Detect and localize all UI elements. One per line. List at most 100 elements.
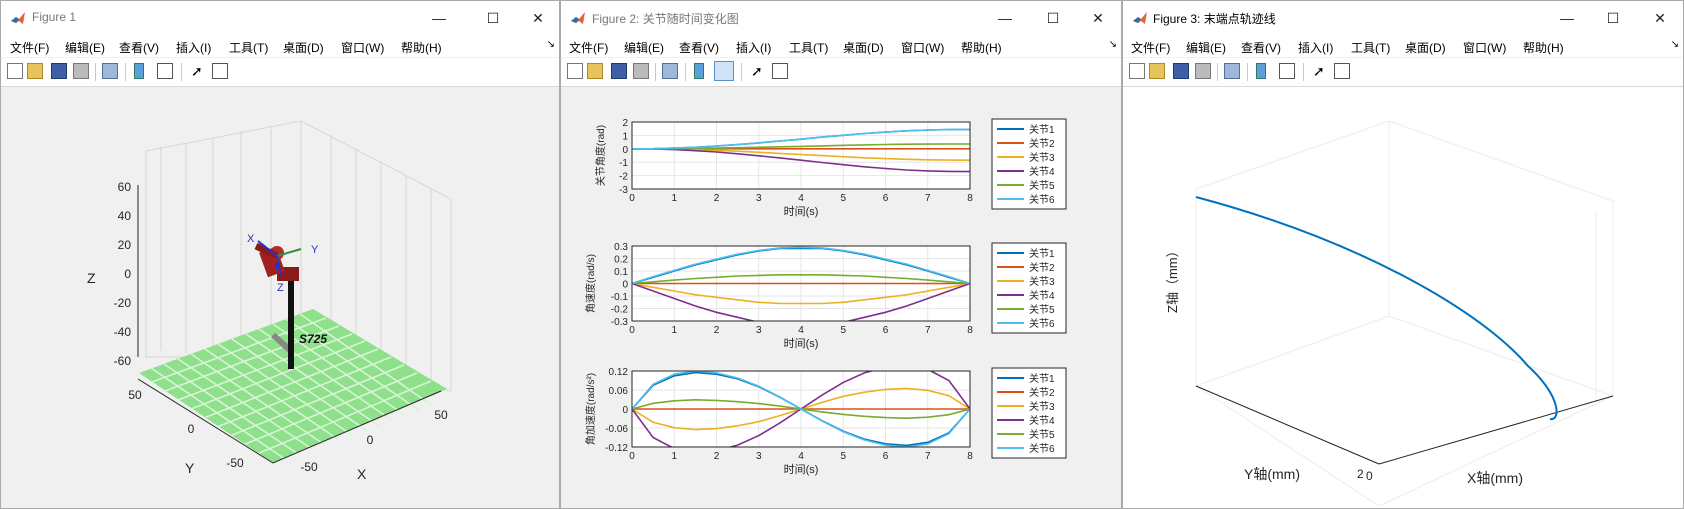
z-tick: 40 (118, 209, 132, 223)
menu-window[interactable]: 窗口(W) (341, 39, 384, 56)
minimize-button[interactable]: — (1547, 6, 1587, 30)
open-file-icon[interactable] (27, 63, 43, 79)
menu-window[interactable]: 窗口(W) (1463, 39, 1506, 56)
menu-edit[interactable]: 编辑(E) (624, 39, 664, 56)
menu-file[interactable]: 文件(F) (1131, 39, 1170, 56)
menu-view[interactable]: 查看(V) (679, 39, 719, 56)
y-tick-label: 0 (622, 145, 628, 156)
y-axis-label: 角速度(rad/s) (584, 254, 597, 313)
menu-insert[interactable]: 插入(I) (736, 39, 771, 56)
menu-desktop[interactable]: 桌面(D) (1405, 39, 1446, 56)
x-tick-label: 0 (629, 325, 635, 336)
print-icon[interactable] (73, 63, 89, 79)
close-button[interactable]: ✕ (1078, 6, 1118, 30)
y-tick-label: 1 (622, 131, 628, 142)
menu-help[interactable]: 帮助(H) (1523, 39, 1564, 56)
x-axis-label: 时间(s) (784, 463, 819, 476)
dock-arrow-icon[interactable]: ↘ (1109, 39, 1117, 50)
x-tick-label: 3 (756, 193, 762, 204)
legend-label: 关节6 (1029, 193, 1055, 206)
close-button[interactable]: ✕ (518, 6, 558, 30)
open-file-icon[interactable] (1149, 63, 1165, 79)
colorbar-icon[interactable] (1256, 63, 1266, 79)
menu-insert[interactable]: 插入(I) (176, 39, 211, 56)
legend-icon[interactable] (157, 63, 173, 79)
new-figure-icon[interactable] (567, 63, 583, 79)
toolbar-separator (1303, 63, 1304, 81)
maximize-button[interactable]: ☐ (1593, 6, 1633, 30)
figure2-window[interactable]: Figure 2: 关节随时间变化图 — ☐ ✕ 文件(F) 编辑(E) 查看(… (560, 0, 1122, 509)
figure1-canvas[interactable]: 60 40 20 0 -20 -40 -60 Z 50 0 -50 Y -50 … (1, 87, 559, 508)
axis-tick: 2 (1357, 467, 1364, 481)
menu-edit[interactable]: 编辑(E) (65, 39, 105, 56)
menu-insert[interactable]: 插入(I) (1298, 39, 1333, 56)
frame-origin (275, 263, 280, 269)
maximize-button[interactable]: ☐ (1033, 6, 1073, 30)
x-axis-label: 时间(s) (784, 337, 819, 350)
close-button[interactable]: ✕ (1640, 6, 1680, 30)
menu-help[interactable]: 帮助(H) (401, 39, 442, 56)
menu-view[interactable]: 查看(V) (1241, 39, 1281, 56)
y-axis-label: Y (185, 460, 195, 476)
pointer-icon[interactable]: ➚ (751, 63, 767, 79)
menu-desktop[interactable]: 桌面(D) (283, 39, 324, 56)
link-plot-icon[interactable] (1224, 63, 1240, 79)
print-icon[interactable] (633, 63, 649, 79)
menu-tools[interactable]: 工具(T) (789, 39, 828, 56)
menu-edit[interactable]: 编辑(E) (1186, 39, 1226, 56)
matlab-logo-icon (571, 12, 585, 24)
figure2-canvas[interactable]: 0 1 2 3 4 5 6 7 8 2 1 0 -1 -2 -3 时间(s) 关节角度(rad) 关节1 关节2 关节… (561, 87, 1121, 508)
title-bar[interactable]: Figure 1 — ☐ ✕ (1, 1, 559, 35)
dock-arrow-icon[interactable]: ↘ (1671, 39, 1679, 50)
maximize-button[interactable]: ☐ (473, 6, 513, 30)
figure1-window[interactable]: Figure 1 — ☐ ✕ 文件(F) 编辑(E) 查看(V) 插入(I) 工… (0, 0, 560, 509)
menu-view[interactable]: 查看(V) (119, 39, 159, 56)
minimize-button[interactable]: — (985, 6, 1025, 30)
legend-label: 关节3 (1029, 400, 1055, 413)
menu-window[interactable]: 窗口(W) (901, 39, 944, 56)
colorbar-icon[interactable] (134, 63, 144, 79)
new-figure-icon[interactable] (1129, 63, 1145, 79)
property-editor-icon[interactable] (212, 63, 228, 79)
menu-desktop[interactable]: 桌面(D) (843, 39, 884, 56)
x-tick-label: 5 (840, 193, 846, 204)
open-file-icon[interactable] (587, 63, 603, 79)
x-tick-label: 2 (714, 193, 720, 204)
toolbar-separator (655, 63, 656, 81)
menu-tools[interactable]: 工具(T) (229, 39, 268, 56)
menu-file[interactable]: 文件(F) (569, 39, 608, 56)
pointer-icon[interactable]: ➚ (191, 63, 207, 79)
window-title: Figure 3: 末端点轨迹线 (1153, 12, 1276, 26)
x-tick-label: 5 (840, 325, 846, 336)
figure3-window[interactable]: Figure 3: 末端点轨迹线 — ☐ ✕ 文件(F) 编辑(E) 查看(V)… (1122, 0, 1684, 509)
colorbar-icon[interactable] (694, 63, 704, 79)
property-editor-icon[interactable] (1334, 63, 1350, 79)
toolbar: ➚ (1123, 58, 1683, 87)
title-bar[interactable]: Figure 3: 末端点轨迹线 — ☐ ✕ (1123, 1, 1683, 35)
menu-file[interactable]: 文件(F) (10, 39, 49, 56)
pointer-icon[interactable]: ➚ (1313, 63, 1329, 79)
y-tick-label: -0.12 (605, 443, 628, 454)
x-tick-label: 2 (714, 325, 720, 336)
figure3-canvas[interactable]: Z轴（mm） Y轴(mm) X轴(mm) 2 0 (1123, 87, 1683, 508)
minimize-button[interactable]: — (419, 6, 459, 30)
legend-icon[interactable] (714, 61, 734, 81)
dock-arrow-icon[interactable]: ↘ (547, 39, 555, 50)
link-plot-icon[interactable] (662, 63, 678, 79)
menu-help[interactable]: 帮助(H) (961, 39, 1002, 56)
x-tick-label: 5 (840, 451, 846, 462)
new-figure-icon[interactable] (7, 63, 23, 79)
save-icon[interactable] (51, 63, 67, 79)
menu-tools[interactable]: 工具(T) (1351, 39, 1390, 56)
link-plot-icon[interactable] (102, 63, 118, 79)
frame-x-label: X (247, 233, 255, 245)
toolbar-separator (125, 63, 126, 81)
legend-icon[interactable] (1279, 63, 1295, 79)
print-icon[interactable] (1195, 63, 1211, 79)
y-tick-label: -1 (619, 158, 628, 169)
save-icon[interactable] (1173, 63, 1189, 79)
property-editor-icon[interactable] (772, 63, 788, 79)
title-bar[interactable]: Figure 2: 关节随时间变化图 — ☐ ✕ (561, 1, 1121, 35)
save-icon[interactable] (611, 63, 627, 79)
menu-bar: 文件(F) 编辑(E) 查看(V) 插入(I) 工具(T) 桌面(D) 窗口(W… (561, 35, 1121, 57)
